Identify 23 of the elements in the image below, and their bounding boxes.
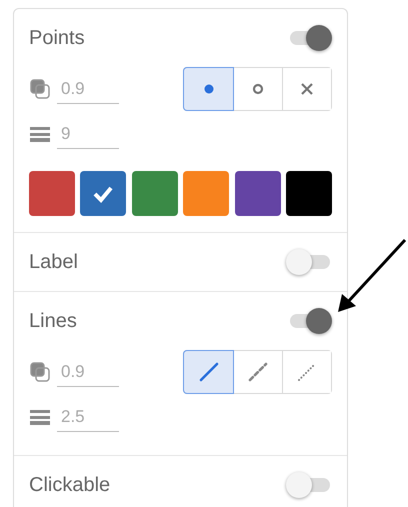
section-title: Lines	[29, 309, 77, 334]
section-title: Label	[29, 250, 78, 275]
width-field[interactable]: 2.5	[57, 402, 119, 432]
style-button[interactable]	[184, 68, 233, 110]
toggle-switch[interactable]	[286, 472, 332, 498]
toggle-switch[interactable]	[286, 249, 332, 275]
opacity-field[interactable]: 0.9	[57, 356, 119, 388]
color-swatch[interactable]	[80, 171, 126, 216]
section-title: Points	[29, 26, 85, 51]
section-title: Clickable	[29, 473, 110, 498]
opacity-field[interactable]: 0.9	[57, 74, 119, 104]
dotted-line-icon	[297, 362, 317, 382]
color-swatch[interactable]	[132, 171, 178, 216]
style-button[interactable]	[184, 351, 233, 393]
color-swatch[interactable]	[286, 171, 332, 216]
style-button[interactable]	[282, 68, 331, 110]
solid-line-icon	[198, 362, 218, 382]
dashed-line-icon	[248, 362, 268, 382]
width-field[interactable]: 9	[57, 118, 119, 150]
color-swatch[interactable]	[183, 171, 230, 216]
color-swatch[interactable]	[234, 171, 281, 216]
color-swatch[interactable]	[29, 171, 75, 216]
check-icon	[92, 184, 114, 202]
